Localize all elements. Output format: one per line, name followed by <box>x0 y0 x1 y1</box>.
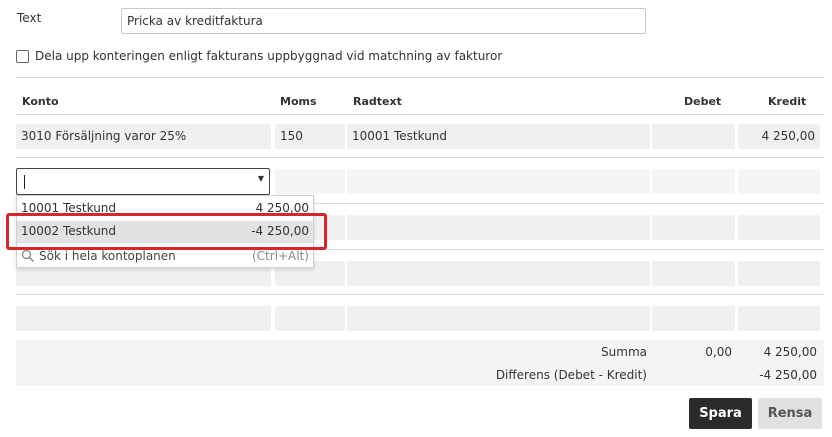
header-konto: Konto <box>22 95 59 108</box>
search-label: Sök i hela kontoplanen <box>39 248 176 263</box>
row-divider <box>16 157 824 158</box>
section-divider <box>16 77 824 78</box>
header-kredit: Kredit <box>768 95 807 108</box>
row4-kredit[interactable] <box>738 261 820 286</box>
text-input[interactable] <box>121 8 646 34</box>
row3-kredit[interactable] <box>738 215 820 240</box>
summa-debet: 0,00 <box>705 345 732 359</box>
highlight-box <box>6 213 327 250</box>
row3-debet[interactable] <box>652 215 735 240</box>
row5-konto[interactable] <box>16 306 271 331</box>
row2-kredit[interactable] <box>738 169 820 194</box>
row5-radtext[interactable] <box>347 306 650 331</box>
text-cursor <box>24 175 25 189</box>
header-moms: Moms <box>280 95 317 108</box>
account-combobox[interactable]: ▼ <box>16 168 270 195</box>
row1-moms[interactable]: 150 <box>275 124 345 149</box>
summa-label: Summa <box>601 345 647 359</box>
header-divider <box>16 114 824 115</box>
row5-debet[interactable] <box>652 306 735 331</box>
text-label: Text <box>17 11 42 25</box>
split-posting-checkbox[interactable] <box>16 49 29 63</box>
row5-kredit[interactable] <box>738 306 820 331</box>
row3-radtext[interactable] <box>347 215 650 240</box>
summa-kredit: 4 250,00 <box>763 345 817 359</box>
split-posting-option[interactable]: Dela upp konteringen enligt fakturans up… <box>16 49 502 63</box>
row2-debet[interactable] <box>652 169 735 194</box>
search-icon <box>21 250 35 263</box>
split-posting-label: Dela upp konteringen enligt fakturans up… <box>35 49 503 63</box>
row1-radtext[interactable]: 10001 Testkund <box>347 124 650 149</box>
clear-button[interactable]: Rensa <box>758 398 822 429</box>
row4-debet[interactable] <box>652 261 735 286</box>
header-debet: Debet <box>684 95 722 108</box>
row4-radtext[interactable] <box>347 261 650 286</box>
differens-label: Differens (Debet - Kredit) <box>495 368 647 382</box>
row-divider <box>16 294 824 295</box>
row2-moms[interactable] <box>275 169 345 194</box>
differens-value: -4 250,00 <box>759 368 817 382</box>
header-radtext: Radtext <box>353 95 402 108</box>
row1-debet[interactable] <box>652 124 735 149</box>
row1-kredit[interactable]: 4 250,00 <box>738 124 820 149</box>
search-shortcut-hint: (Ctrl+Alt) <box>251 249 309 263</box>
chevron-down-icon[interactable]: ▼ <box>258 174 264 183</box>
row1-konto[interactable]: 3010 Försäljning varor 25% <box>16 124 271 149</box>
save-button[interactable]: Spara <box>689 398 752 429</box>
row2-radtext[interactable] <box>347 169 650 194</box>
row5-moms[interactable] <box>275 306 345 331</box>
